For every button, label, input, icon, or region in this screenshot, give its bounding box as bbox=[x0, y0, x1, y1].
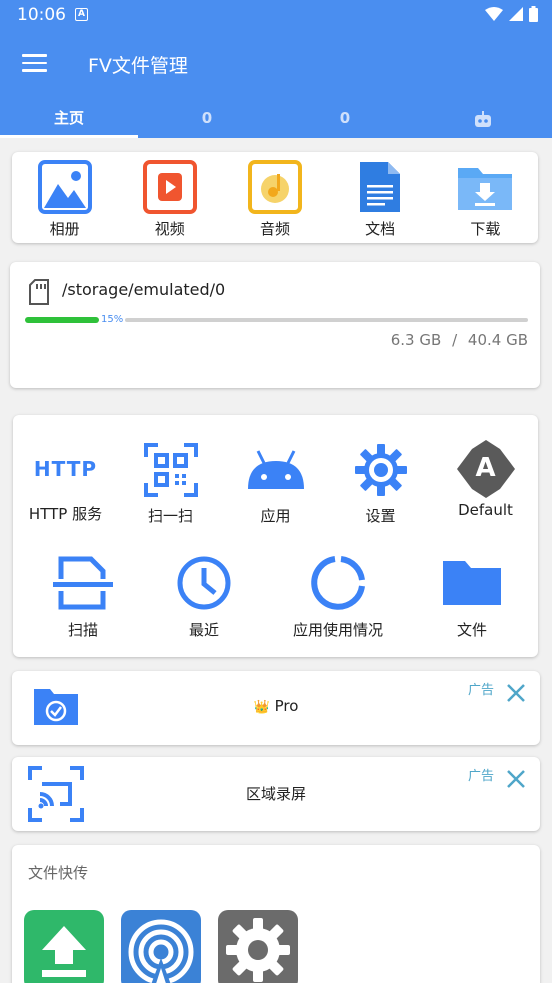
tool-scan-qr-label: 扫一扫 bbox=[147, 507, 193, 525]
tool-files-label: 文件 bbox=[456, 621, 487, 639]
transfer-upload-app[interactable] bbox=[24, 910, 104, 983]
transfer-settings-app[interactable] bbox=[218, 910, 298, 983]
qr-scan-icon bbox=[143, 443, 198, 497]
clock-icon bbox=[177, 556, 231, 610]
tool-apps-label: 应用 bbox=[260, 507, 291, 525]
tool-settings-label: 设置 bbox=[365, 507, 396, 525]
quick-photos[interactable]: 相册 bbox=[20, 160, 110, 243]
ad-screen-record-text: 区域录屏 bbox=[245, 785, 306, 803]
upload-icon bbox=[42, 926, 86, 977]
storage-bar-fill bbox=[25, 317, 99, 323]
sd-card-icon bbox=[29, 279, 49, 305]
storage-size: 6.3 GB / 40.4 GB bbox=[391, 331, 528, 349]
scanner-icon bbox=[53, 556, 113, 610]
status-time: 10:06 bbox=[17, 5, 66, 25]
battery-icon bbox=[529, 6, 538, 22]
tool-scan-qr[interactable]: 扫一扫 bbox=[121, 443, 221, 526]
ad-pro-card[interactable]: 👑 Pro 广告 bbox=[12, 671, 540, 745]
folder-icon bbox=[443, 561, 501, 605]
close-icon[interactable] bbox=[506, 683, 526, 703]
robot-icon bbox=[475, 110, 491, 127]
storage-total: 40.4 GB bbox=[467, 331, 528, 349]
quick-audio-label: 音频 bbox=[259, 220, 290, 238]
tool-default[interactable]: A Default bbox=[436, 440, 536, 526]
tool-default-label: Default bbox=[458, 501, 513, 519]
quick-downloads[interactable]: 下载 bbox=[440, 160, 530, 243]
tool-apps[interactable]: 应用 bbox=[226, 443, 326, 526]
tab-1[interactable]: 0 bbox=[138, 100, 276, 138]
tab-home[interactable]: 主页 bbox=[0, 100, 138, 138]
usage-chart-icon bbox=[311, 556, 365, 610]
tool-http-service-label: HTTP 服务 bbox=[28, 505, 103, 523]
hamburger-menu-icon[interactable] bbox=[22, 54, 47, 74]
ad-tag: 广告 bbox=[467, 683, 494, 698]
tool-app-usage[interactable]: 应用使用情况 bbox=[255, 555, 421, 640]
quick-photos-label: 相册 bbox=[49, 220, 80, 238]
storage-card[interactable]: /storage/emulated/0 15% 6.3 GB / 40.4 GB bbox=[10, 262, 540, 388]
http-icon: HTTP bbox=[33, 457, 98, 481]
document-icon bbox=[360, 162, 401, 212]
tool-app-usage-label: 应用使用情况 bbox=[292, 621, 383, 639]
tab-2[interactable]: 0 bbox=[276, 100, 414, 138]
storage-bar-track bbox=[125, 318, 528, 322]
tool-scanner-label: 扫描 bbox=[67, 621, 98, 639]
gear-icon bbox=[354, 444, 407, 496]
crown-icon: 👑 bbox=[253, 700, 270, 715]
ad-tag: 广告 bbox=[467, 769, 494, 784]
tool-http-service[interactable]: HTTP HTTP 服务 bbox=[16, 443, 116, 526]
video-icon bbox=[142, 160, 197, 214]
tool-files[interactable]: 文件 bbox=[421, 555, 523, 640]
transfer-wireless-app[interactable] bbox=[121, 910, 201, 983]
storage-path: /storage/emulated/0 bbox=[62, 280, 226, 299]
storage-separator: / bbox=[452, 331, 458, 349]
quick-documents[interactable]: 文档 bbox=[335, 160, 425, 243]
close-icon[interactable] bbox=[506, 769, 526, 789]
storage-percent: 15% bbox=[101, 314, 124, 325]
quick-audio[interactable]: 音频 bbox=[230, 160, 320, 243]
wifi-icon bbox=[485, 7, 503, 21]
app-bar: FV文件管理 bbox=[0, 30, 552, 100]
storage-used: 6.3 GB bbox=[390, 331, 442, 349]
quick-documents-label: 文档 bbox=[365, 220, 396, 238]
wireless-icon bbox=[128, 919, 194, 983]
photo-icon bbox=[37, 160, 92, 214]
settings-app-icon bbox=[226, 918, 290, 982]
tool-recent[interactable]: 最近 bbox=[153, 555, 255, 640]
signal-icon bbox=[509, 7, 523, 21]
quick-videos[interactable]: 视频 bbox=[125, 160, 215, 243]
tab-bar: 主页 0 0 bbox=[0, 100, 552, 138]
ad-pro-text: 👑 Pro bbox=[12, 697, 540, 715]
tab-robot[interactable] bbox=[414, 100, 552, 138]
quick-videos-label: 视频 bbox=[154, 220, 185, 238]
tools-card: HTTP HTTP 服务 扫一扫 应用 设置 A Default 扫描 最近 应… bbox=[13, 415, 538, 657]
tool-scanner[interactable]: 扫描 bbox=[13, 555, 153, 640]
file-transfer-card: 文件快传 bbox=[12, 845, 540, 983]
app-title: FV文件管理 bbox=[88, 55, 188, 77]
tool-recent-label: 最近 bbox=[188, 621, 219, 639]
audio-icon bbox=[247, 160, 302, 214]
file-transfer-title: 文件快传 bbox=[28, 864, 89, 882]
download-folder-icon bbox=[458, 168, 513, 210]
quick-access-card: 相册 视频 音频 文档 下载 bbox=[12, 152, 538, 243]
ad-screen-record-card[interactable]: 区域录屏 广告 bbox=[12, 757, 540, 831]
tool-settings[interactable]: 设置 bbox=[331, 443, 431, 526]
quick-downloads-label: 下载 bbox=[470, 220, 501, 238]
status-bar: 10:06 A bbox=[0, 0, 552, 30]
default-a-glyph: A bbox=[475, 453, 496, 483]
android-icon bbox=[247, 450, 304, 489]
ad-pro-label: Pro bbox=[274, 697, 299, 715]
notification-a-icon: A bbox=[75, 8, 88, 21]
